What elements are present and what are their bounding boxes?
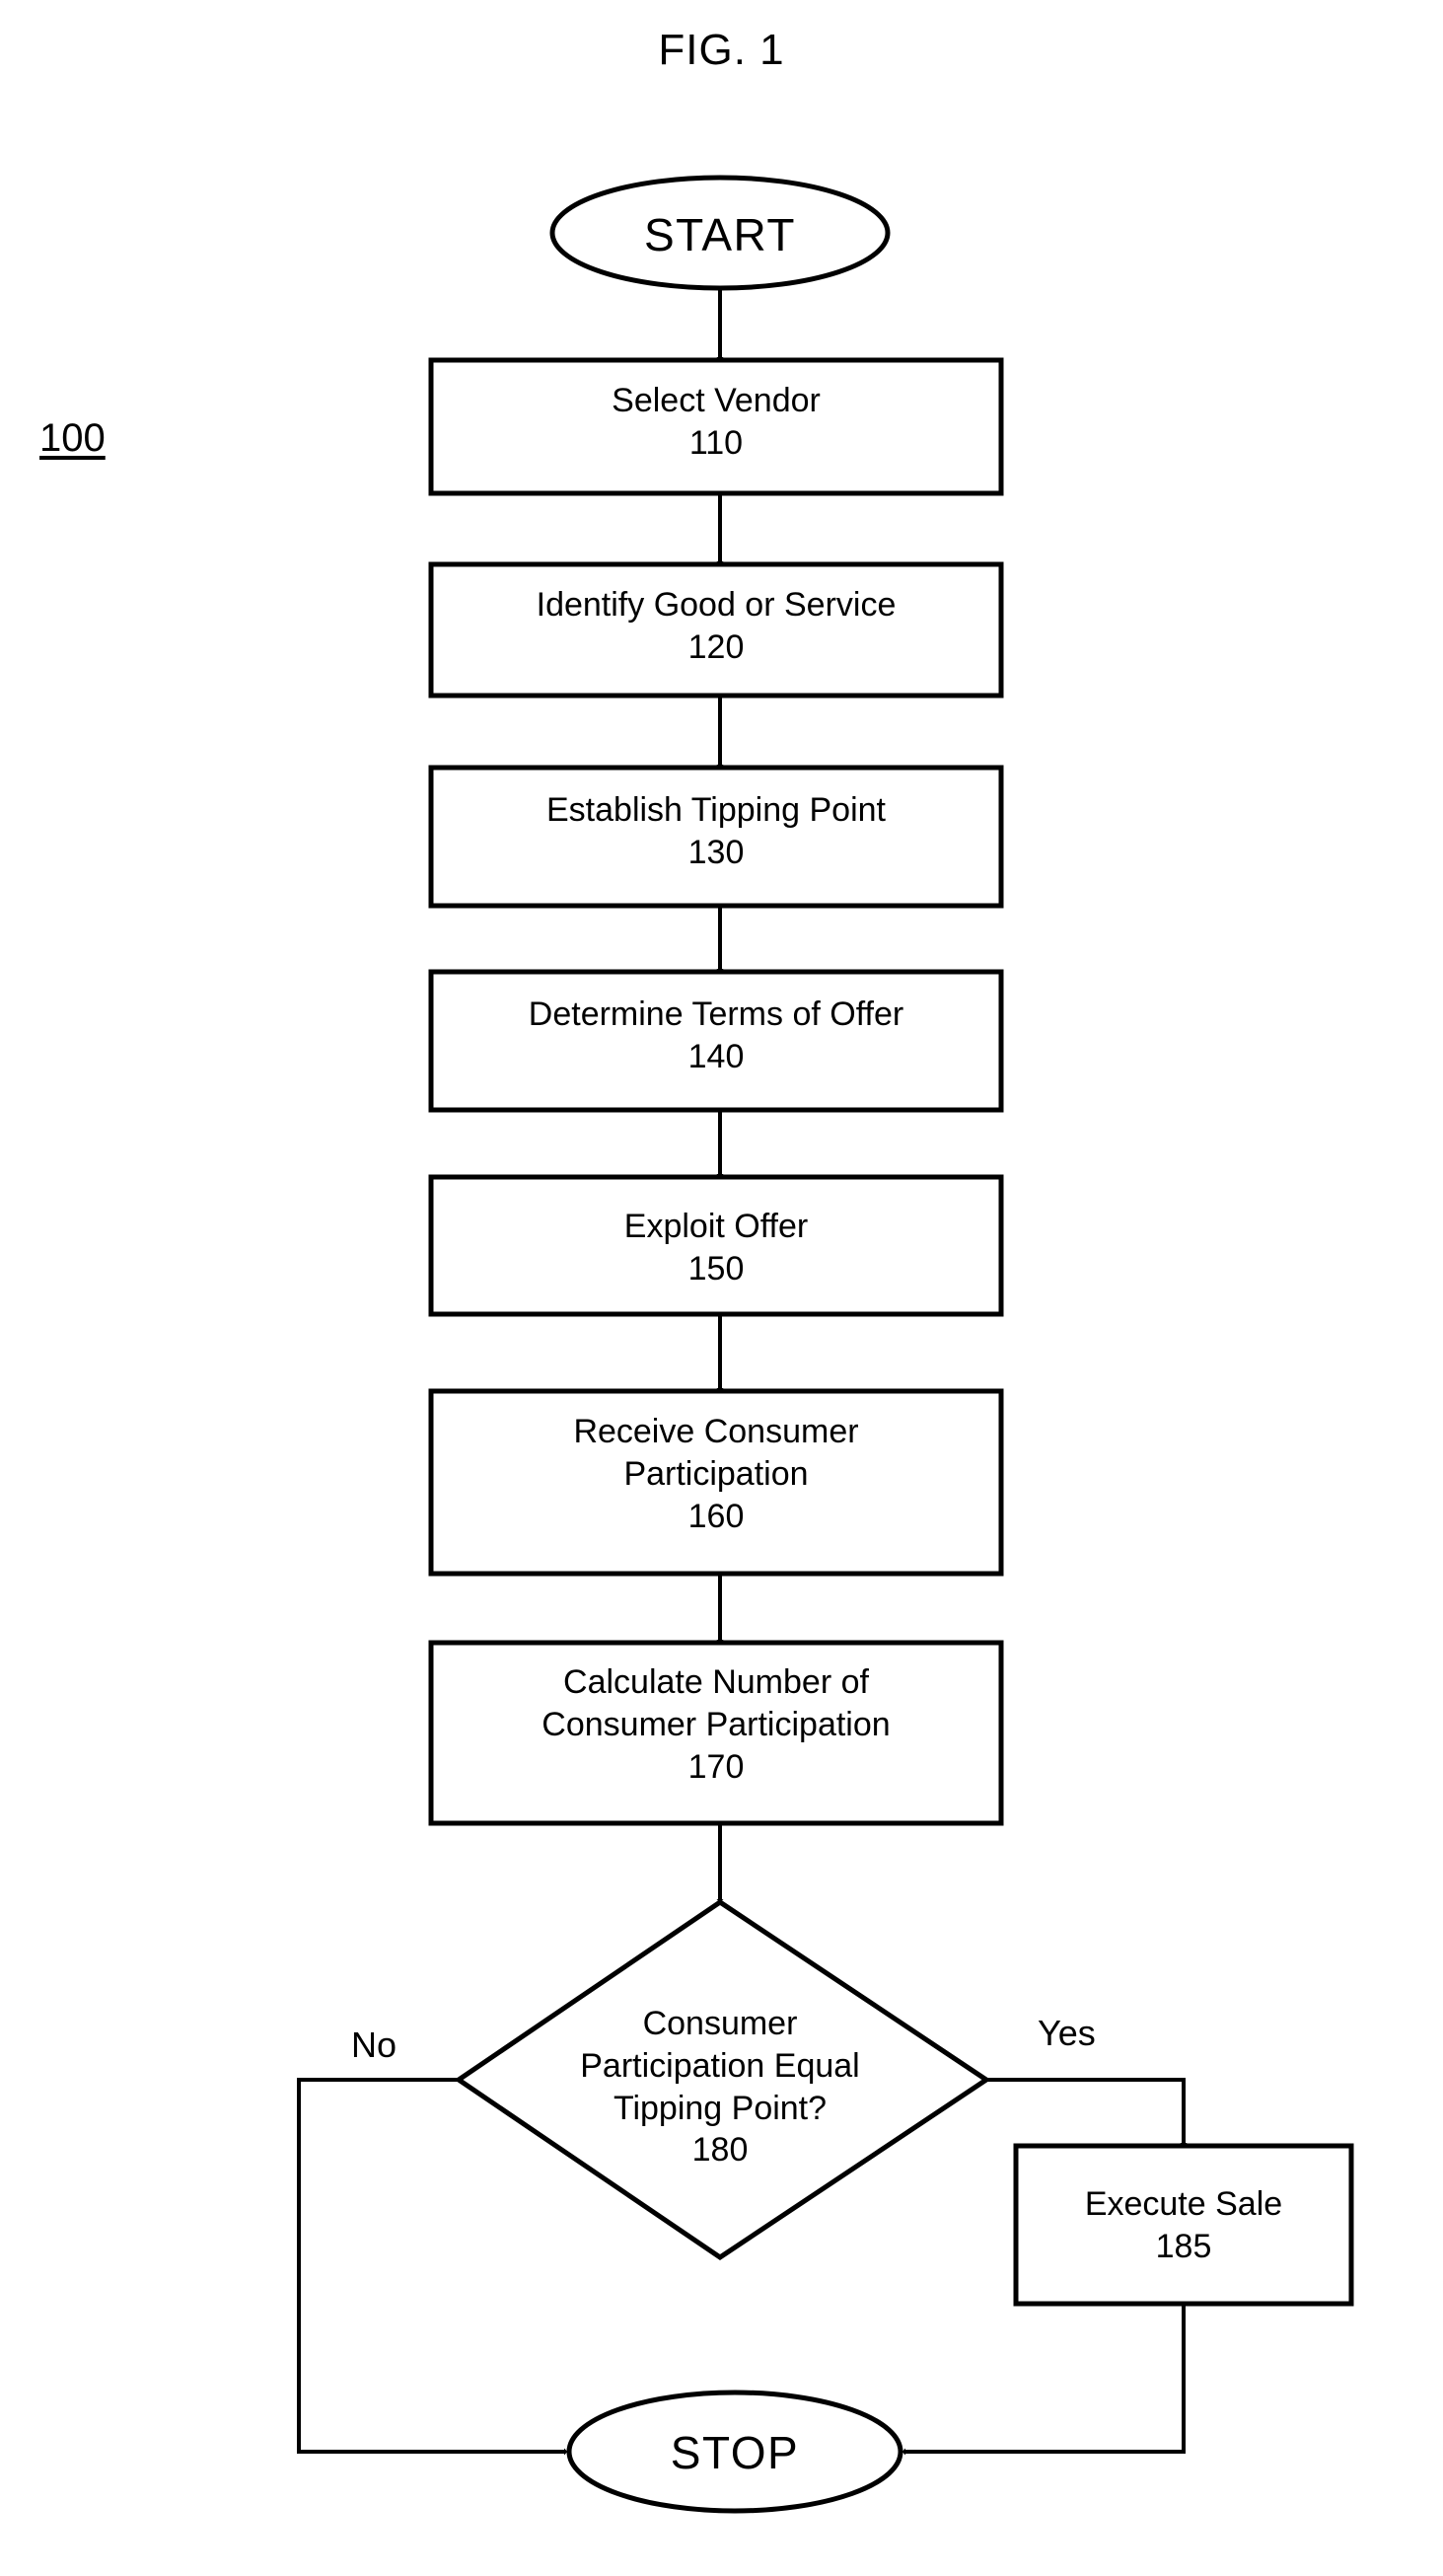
process-box-185	[1013, 2143, 1354, 2307]
process-box-140	[428, 969, 1004, 1113]
process-box-120	[428, 561, 1004, 699]
connector-180-yes-to-185	[986, 2078, 1184, 2144]
process-box-170	[428, 1640, 1004, 1826]
decision-diamond-180	[454, 1898, 991, 2261]
process-box-160	[428, 1388, 1004, 1577]
stop-terminator-shape	[566, 2390, 903, 2514]
process-box-110	[428, 357, 1004, 496]
start-terminator-shape	[549, 175, 891, 291]
process-box-150	[428, 1174, 1004, 1317]
branch-label-no: No	[351, 2024, 397, 2065]
figure-page: FIG. 1 100 START Select Vendor 110 Ident…	[0, 0, 1443, 2576]
flowchart-canvas	[297, 175, 1354, 2514]
branch-label-yes: Yes	[1038, 2013, 1096, 2053]
process-box-130	[428, 765, 1004, 909]
connector-185-to-stop	[904, 2304, 1186, 2452]
connector-180-no-to-stop	[297, 2078, 565, 2452]
